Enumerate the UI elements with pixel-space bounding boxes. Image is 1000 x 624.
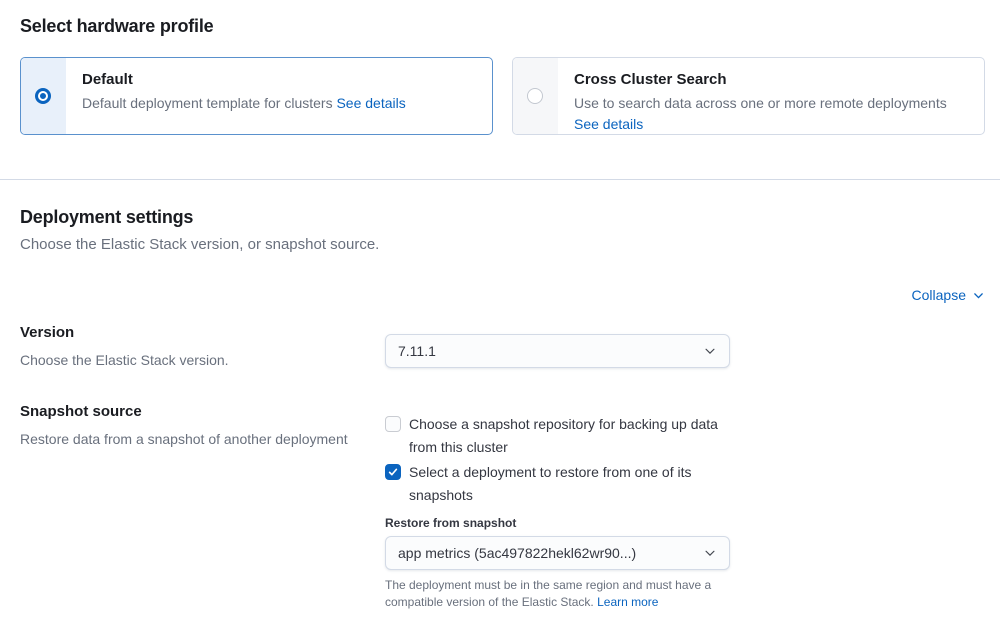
page-title: Select hardware profile — [20, 14, 985, 38]
deployment-settings-page: Select hardware profile Default Default … — [0, 0, 1000, 624]
snapshot-label-column: Snapshot source Restore data from a snap… — [20, 401, 365, 611]
card-title: Cross Cluster Search — [574, 69, 968, 91]
checkbox-label: Select a deployment to restore from one … — [409, 461, 730, 507]
profile-card-cross-cluster-search[interactable]: Cross Cluster Search Use to search data … — [512, 57, 985, 135]
radio-dot-icon — [38, 91, 48, 101]
card-description-text: Default deployment template for clusters — [82, 95, 333, 111]
version-control-column: 7.11.1 — [385, 322, 730, 371]
version-select-value: 7.11.1 — [398, 343, 436, 359]
checkbox-row-snapshot-repository[interactable]: Choose a snapshot repository for backing… — [385, 413, 730, 459]
version-description: Choose the Elastic Stack version. — [20, 350, 365, 371]
check-icon — [387, 466, 399, 478]
card-description: Use to search data across one or more re… — [574, 93, 968, 135]
card-title: Default — [82, 69, 406, 91]
card-description-text: Use to search data across one or more re… — [574, 95, 947, 111]
restore-helper-text: The deployment must be in the same regio… — [385, 577, 730, 611]
snapshot-source-description: Restore data from a snapshot of another … — [20, 429, 365, 450]
deployment-settings-header: Deployment settings Choose the Elastic S… — [20, 205, 985, 256]
radio-strip — [21, 58, 66, 134]
profile-card-default[interactable]: Default Default deployment template for … — [20, 57, 493, 135]
checkbox-unchecked-icon[interactable] — [385, 416, 401, 432]
restore-snapshot-select[interactable]: app metrics (5ac497822hekl62wr90...) — [385, 536, 730, 570]
learn-more-link[interactable]: Learn more — [597, 595, 658, 609]
section-subtitle: Choose the Elastic Stack version, or sna… — [20, 234, 985, 256]
helper-text: The deployment must be in the same regio… — [385, 578, 711, 609]
version-label-column: Version Choose the Elastic Stack version… — [20, 322, 365, 371]
radio-strip — [513, 58, 558, 134]
radio-cross-cluster-search[interactable] — [527, 88, 543, 104]
card-description: Default deployment template for clusters… — [82, 93, 406, 114]
snapshot-source-row: Snapshot source Restore data from a snap… — [20, 401, 985, 611]
collapse-label: Collapse — [912, 287, 966, 303]
chevron-down-icon — [703, 344, 717, 358]
checkbox-row-restore-deployment[interactable]: Select a deployment to restore from one … — [385, 461, 730, 507]
chevron-down-icon — [703, 546, 717, 560]
see-details-link[interactable]: See details — [574, 116, 643, 132]
section-divider — [0, 179, 1000, 180]
restore-from-snapshot-label: Restore from snapshot — [385, 515, 730, 531]
snapshot-source-label: Snapshot source — [20, 401, 365, 422]
card-body: Default Default deployment template for … — [66, 58, 422, 134]
hardware-profile-cards: Default Default deployment template for … — [20, 57, 985, 135]
restore-snapshot-select-value: app metrics (5ac497822hekl62wr90...) — [398, 545, 636, 561]
card-body: Cross Cluster Search Use to search data … — [558, 58, 984, 134]
see-details-link[interactable]: See details — [336, 95, 405, 111]
snapshot-control-column: Choose a snapshot repository for backing… — [385, 401, 730, 611]
version-label: Version — [20, 322, 365, 343]
collapse-link[interactable]: Collapse — [912, 287, 985, 303]
chevron-down-icon — [972, 289, 985, 302]
checkbox-label: Choose a snapshot repository for backing… — [409, 413, 730, 459]
version-row: Version Choose the Elastic Stack version… — [20, 322, 985, 371]
collapse-row: Collapse — [20, 287, 985, 305]
radio-default[interactable] — [35, 88, 51, 104]
checkbox-checked-icon[interactable] — [385, 464, 401, 480]
version-select[interactable]: 7.11.1 — [385, 334, 730, 368]
section-title: Deployment settings — [20, 205, 985, 229]
